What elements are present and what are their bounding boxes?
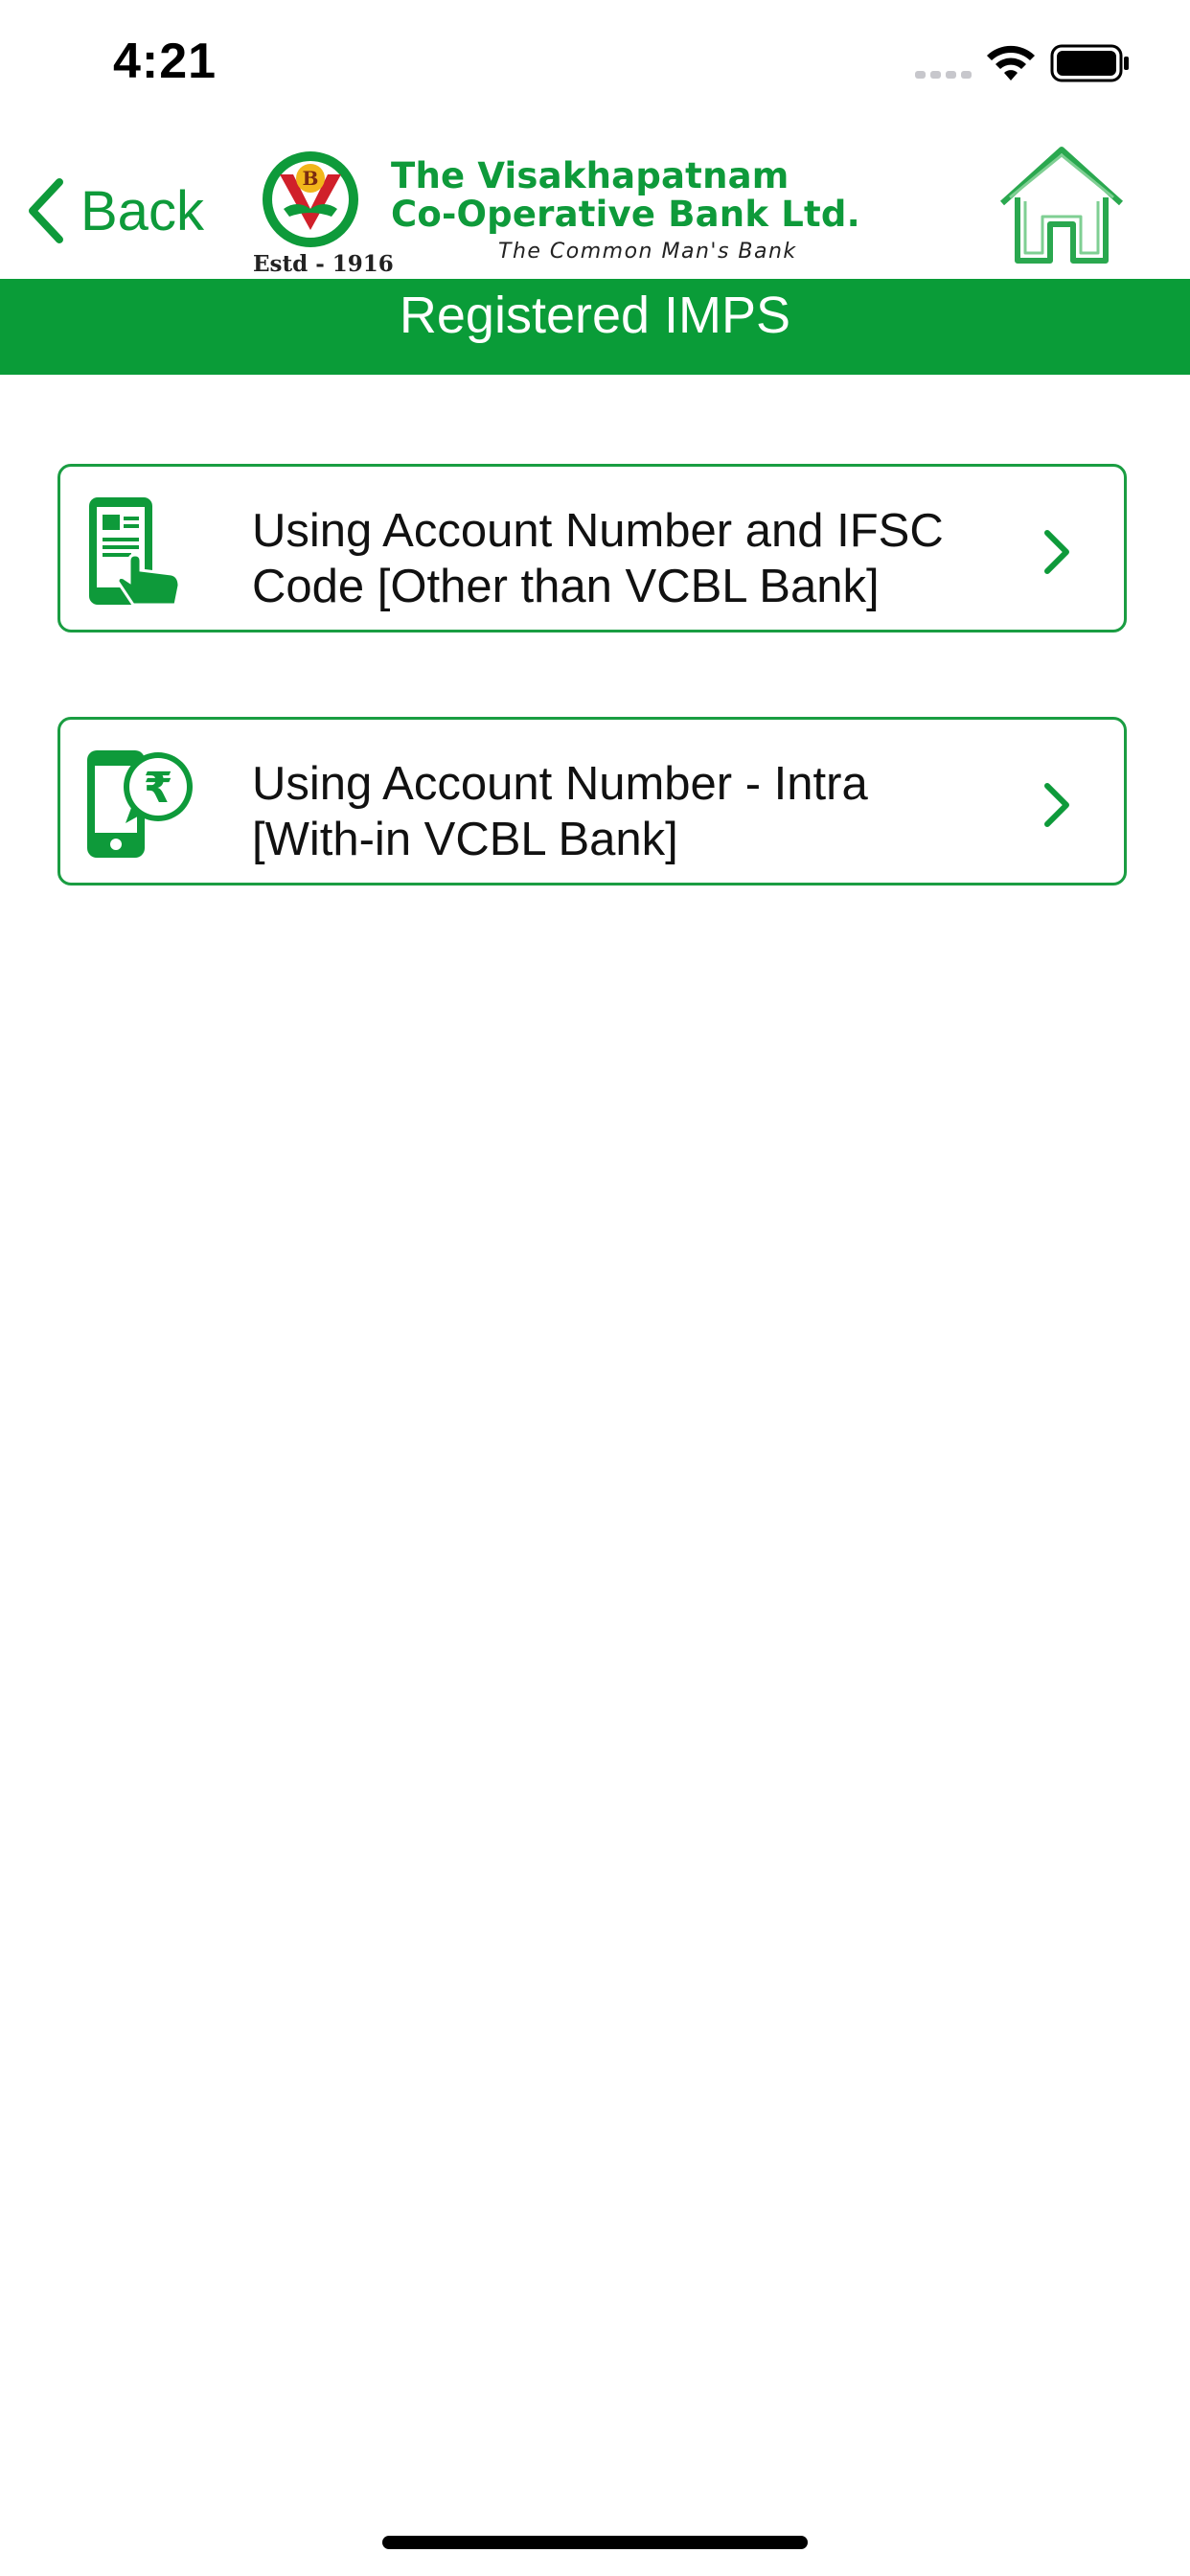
chevron-right-icon — [1044, 783, 1069, 827]
status-time: 4:21 — [113, 34, 217, 89]
bank-established: Estd - 1916 — [253, 251, 394, 277]
chevron-left-icon — [29, 178, 63, 243]
status-bar: 4:21 — [0, 0, 1190, 125]
bank-seal-icon: B — [263, 151, 358, 247]
svg-text:₹: ₹ — [144, 764, 173, 813]
home-indicator[interactable] — [382, 2536, 808, 2549]
mobile-tap-icon — [89, 497, 181, 607]
svg-text:B: B — [303, 167, 319, 190]
back-button[interactable]: Back — [25, 172, 204, 249]
back-label: Back — [80, 179, 204, 242]
home-button[interactable] — [996, 144, 1127, 266]
option-label: Using Account Number and IFSC Code [Othe… — [252, 505, 944, 612]
signal-dots-icon — [915, 71, 972, 79]
option-account-ifsc[interactable]: Using Account Number and IFSC Code [Othe… — [57, 464, 1127, 632]
bank-name-line-1: The Visakhapatnam — [391, 155, 790, 196]
nav-bar: Back B The Visakhapatnam Co-Operative Ba… — [0, 125, 1190, 280]
bank-name-line-2: Co-Operative Bank Ltd. — [391, 194, 860, 235]
home-icon — [999, 147, 1124, 264]
wifi-icon — [987, 45, 1035, 80]
chevron-right-icon — [1044, 530, 1069, 574]
option-label: Using Account Number - Intra [With-in VC… — [252, 758, 868, 865]
title-banner: Registered IMPS — [0, 279, 1190, 375]
page-title: Registered IMPS — [399, 287, 791, 344]
bank-logo: B The Visakhapatnam Co-Operative Bank Lt… — [251, 138, 860, 277]
mobile-rupee-icon: ₹ — [87, 750, 193, 858]
screen: 4:21 Back B The Visakhapatnam Co-Operati… — [0, 0, 1190, 2576]
bank-tagline: The Common Man's Bank — [498, 240, 797, 264]
battery-icon — [1050, 44, 1129, 82]
option-account-intra[interactable]: ₹ Using Account Number - Intra [With-in … — [57, 717, 1127, 886]
